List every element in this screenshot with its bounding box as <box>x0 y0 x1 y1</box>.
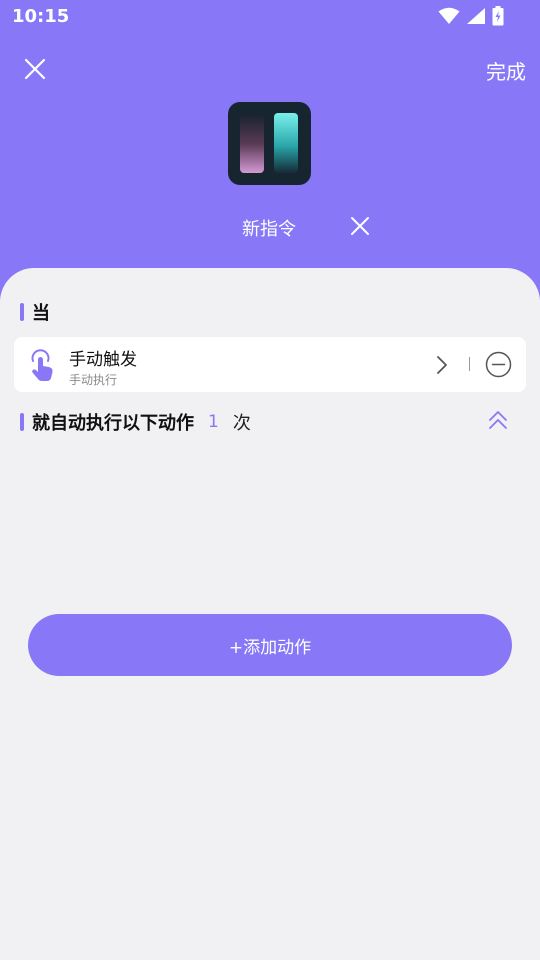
section-accent-bar <box>20 303 24 321</box>
double-chevron-up-icon[interactable] <box>486 408 510 432</box>
done-button[interactable]: 完成 <box>486 56 526 85</box>
status-time: 10:15 <box>12 6 70 27</box>
content-panel: 当 手动触发 手动执行 就自动执行以下动作 1 次 +添加动作 <box>0 268 540 960</box>
repeat-count[interactable]: 1 <box>208 412 219 432</box>
header: 10:15 完成 新指令 <box>0 0 540 300</box>
trigger-description: 手动执行 <box>69 373 118 387</box>
app-icon-bar-left <box>240 115 264 173</box>
divider <box>469 357 470 371</box>
trigger-name: 手动触发 <box>69 350 137 370</box>
remove-circle-icon[interactable] <box>485 351 512 378</box>
shortcut-name[interactable]: 新指令 <box>242 215 296 241</box>
actions-section-label: 就自动执行以下动作 <box>32 413 194 434</box>
app-icon-bar-right <box>274 113 298 173</box>
battery-charging-icon <box>492 6 504 26</box>
wifi-icon <box>438 7 460 24</box>
when-section-title: 当 <box>20 299 50 325</box>
trigger-card[interactable]: 手动触发 手动执行 <box>14 337 526 392</box>
section-accent-bar <box>20 413 24 431</box>
signal-icon <box>467 8 485 24</box>
add-action-button[interactable]: +添加动作 <box>28 614 512 676</box>
clear-name-icon[interactable] <box>350 216 370 236</box>
close-icon[interactable] <box>22 56 48 82</box>
chevron-right-icon[interactable] <box>434 354 450 376</box>
status-bar: 10:15 <box>0 0 540 34</box>
when-section-label: 当 <box>32 303 50 324</box>
shortcut-app-icon[interactable] <box>228 102 311 185</box>
repeat-unit: 次 <box>232 413 251 434</box>
status-icons <box>438 6 504 26</box>
actions-section-title: 就自动执行以下动作 1 次 <box>20 409 251 435</box>
tap-hand-icon <box>31 349 53 381</box>
